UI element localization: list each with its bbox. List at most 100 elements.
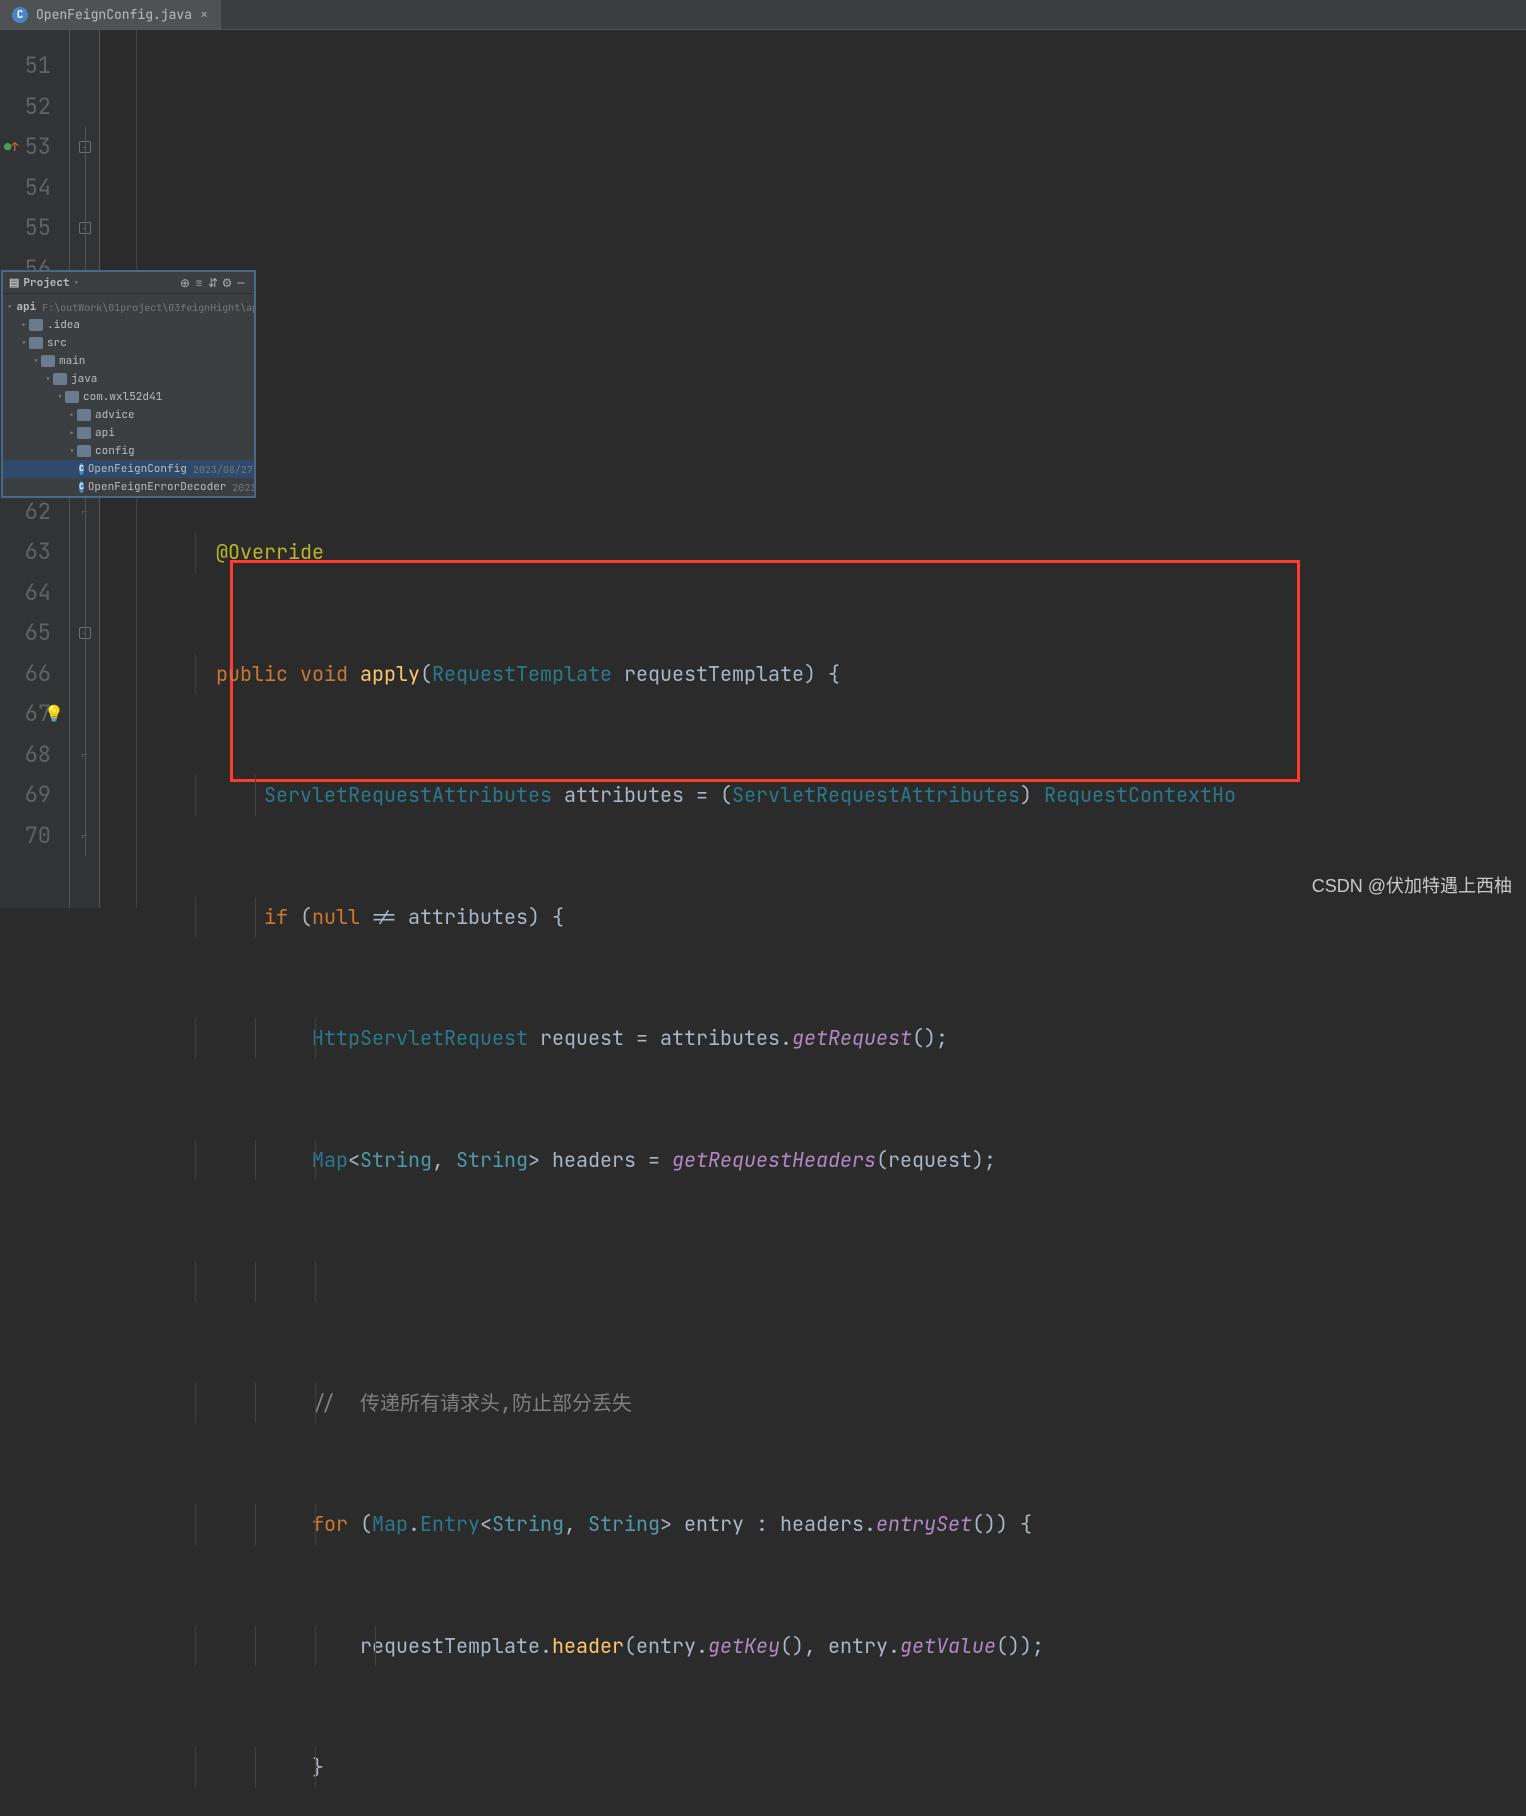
line-number: 53●↑ bbox=[0, 127, 69, 168]
code-line bbox=[100, 1261, 1526, 1302]
line-number: 65 bbox=[0, 613, 69, 654]
package-icon bbox=[65, 391, 79, 403]
fold-cell: − bbox=[70, 613, 99, 654]
tree-node[interactable]: com.wxl52d41 bbox=[3, 388, 254, 406]
code-line: Map<String, String> headers = getRequest… bbox=[100, 1140, 1526, 1181]
watermark: CSDN @伏加特遇上西柚 bbox=[1312, 872, 1512, 898]
fold-cell bbox=[70, 654, 99, 695]
file-tab[interactable]: C OpenFeignConfig.java × bbox=[0, 0, 221, 29]
tree-node-label: java bbox=[71, 372, 97, 386]
project-icon: ▤ bbox=[9, 276, 19, 290]
package-icon bbox=[77, 445, 91, 457]
fold-cell: ⌐ bbox=[70, 816, 99, 857]
fold-cell: − bbox=[70, 127, 99, 168]
code-line: if (null != attributes) { bbox=[100, 897, 1526, 938]
expand-icon[interactable] bbox=[67, 427, 77, 439]
collapse-all-icon[interactable]: ⇵ bbox=[206, 275, 220, 291]
code-line: @Override bbox=[100, 532, 1526, 573]
code-line: } bbox=[100, 1747, 1526, 1788]
hide-icon[interactable]: — bbox=[234, 275, 248, 291]
file-tab-label: OpenFeignConfig.java bbox=[36, 6, 192, 23]
fold-cell bbox=[70, 532, 99, 573]
tree-node-label: config bbox=[95, 444, 135, 458]
line-number: 67💡 bbox=[0, 694, 69, 735]
close-icon[interactable]: × bbox=[200, 6, 208, 24]
code-line bbox=[100, 411, 1526, 452]
code-line: ServletRequestAttributes attributes = (S… bbox=[100, 775, 1526, 816]
expand-all-icon[interactable]: ≡ bbox=[192, 275, 206, 291]
tree-node[interactable]: main bbox=[3, 352, 254, 370]
expand-icon[interactable] bbox=[67, 409, 77, 421]
line-number: 68 bbox=[0, 735, 69, 776]
tree-node[interactable]: src bbox=[3, 334, 254, 352]
folder-icon bbox=[29, 319, 43, 331]
line-number: 70 bbox=[0, 816, 69, 857]
code-area[interactable]: @Override public void apply(RequestTempl… bbox=[100, 30, 1526, 908]
tree-node-label: api bbox=[16, 300, 36, 314]
fold-cell bbox=[70, 573, 99, 614]
fold-cell bbox=[70, 694, 99, 735]
fold-cell bbox=[70, 87, 99, 128]
tree-node-label: .idea bbox=[47, 318, 80, 332]
tree-node[interactable]: advice bbox=[3, 406, 254, 424]
tab-bar: C OpenFeignConfig.java × bbox=[0, 0, 1526, 30]
tree-node-label: main bbox=[59, 354, 85, 368]
tool-window-title: ▤ Project ▾ bbox=[9, 276, 79, 290]
tree-node[interactable]: api bbox=[3, 424, 254, 442]
tree-node[interactable]: COpenFeignErrorDecoder2023/08/26 22:1 bbox=[3, 478, 254, 496]
code-line: // 传递所有请求头,防止部分丢失 bbox=[100, 1383, 1526, 1424]
java-class-icon: C bbox=[12, 7, 28, 23]
tree-node[interactable]: C OpenFeignConfig 2023/08/27 14:30, 2.52 k bbox=[3, 460, 254, 478]
code-line: for (Map.Entry<String, String> entry : h… bbox=[100, 1504, 1526, 1545]
settings-icon[interactable]: ⚙ bbox=[220, 275, 234, 291]
fold-cell bbox=[70, 775, 99, 816]
tree-node-label: com.wxl52d41 bbox=[83, 390, 162, 404]
tree-node[interactable]: exception bbox=[3, 496, 254, 498]
expand-icon[interactable] bbox=[19, 319, 29, 331]
java-class-icon: C bbox=[79, 463, 84, 475]
expand-icon[interactable] bbox=[43, 373, 53, 385]
fold-cell bbox=[70, 168, 99, 209]
expand-icon[interactable] bbox=[19, 337, 29, 349]
line-number: 66 bbox=[0, 654, 69, 695]
project-tool-window[interactable]: ▤ Project ▾ ⊕ ≡ ⇵ ⚙ — api F:\outWork\01p… bbox=[1, 270, 256, 498]
tool-window-header: ▤ Project ▾ ⊕ ≡ ⇵ ⚙ — bbox=[3, 272, 254, 294]
dropdown-icon[interactable]: ▾ bbox=[74, 277, 79, 289]
tree-node-label: advice bbox=[95, 408, 135, 422]
folder-icon bbox=[41, 355, 55, 367]
code-line: requestTemplate.header(entry.getKey(), e… bbox=[100, 1626, 1526, 1667]
override-gutter-icon[interactable]: ●↑ bbox=[4, 127, 18, 168]
line-number: 51 bbox=[0, 46, 69, 87]
package-icon bbox=[77, 427, 91, 439]
fold-cell bbox=[70, 46, 99, 87]
line-number: 63 bbox=[0, 532, 69, 573]
tree-node-label: src bbox=[47, 336, 67, 350]
code-line: HttpServletRequest request = attributes.… bbox=[100, 1018, 1526, 1059]
tree-node-label: api bbox=[95, 426, 115, 440]
folder-icon bbox=[53, 373, 67, 385]
expand-icon[interactable] bbox=[55, 391, 65, 403]
line-number: 52 bbox=[0, 87, 69, 128]
tree-root[interactable]: api F:\outWork\01project\03feignHight\ap… bbox=[3, 298, 254, 316]
line-number: 55 bbox=[0, 208, 69, 249]
code-line: public void apply(RequestTemplate reques… bbox=[100, 654, 1526, 695]
expand-icon[interactable] bbox=[31, 355, 41, 367]
tree-node-label: OpenFeignErrorDecoder bbox=[88, 480, 227, 494]
tree-node-path: F:\outWork\01project\03feignHight\api bbox=[42, 301, 254, 314]
expand-icon[interactable] bbox=[67, 445, 77, 457]
tree-node[interactable]: .idea bbox=[3, 316, 254, 334]
tree-node[interactable]: java bbox=[3, 370, 254, 388]
package-icon bbox=[77, 409, 91, 421]
tree-node-meta: 2023/08/27 14:30, 2.52 k bbox=[193, 463, 254, 476]
project-tree[interactable]: api F:\outWork\01project\03feignHight\ap… bbox=[3, 294, 254, 498]
select-opened-file-icon[interactable]: ⊕ bbox=[178, 275, 192, 291]
fold-cell: ⌐ bbox=[70, 735, 99, 776]
intention-bulb-icon[interactable]: 💡 bbox=[44, 694, 64, 735]
tree-node-label: OpenFeignConfig bbox=[88, 462, 187, 476]
tree-node[interactable]: config bbox=[3, 442, 254, 460]
folder-icon bbox=[29, 337, 43, 349]
fold-cell: − bbox=[70, 208, 99, 249]
tree-node-meta: 2023/08/26 22:1 bbox=[232, 481, 254, 494]
expand-icon[interactable] bbox=[7, 301, 12, 313]
line-number: 54 bbox=[0, 168, 69, 209]
